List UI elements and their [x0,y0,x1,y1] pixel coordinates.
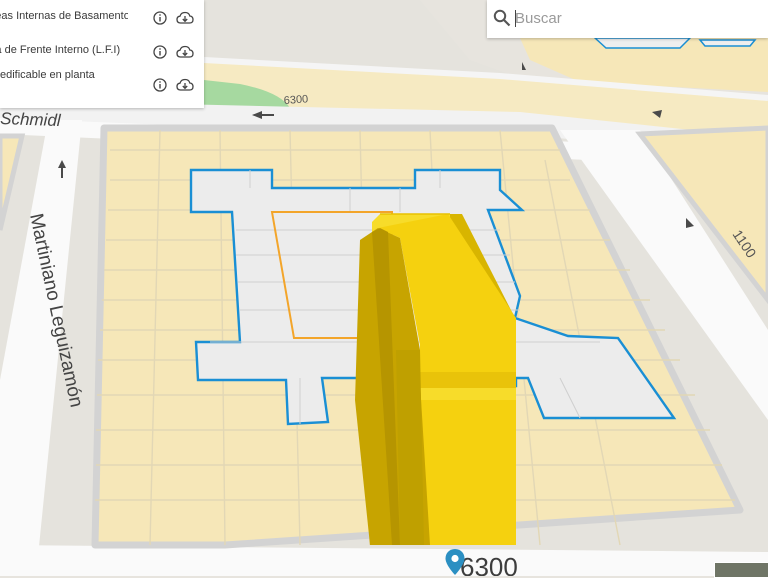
top-basement-outline-2 [698,39,757,47]
layers-panel: Líneas Internas de Basamento (L.I.B) Lín… [0,0,204,108]
cloud-download-icon[interactable] [176,78,194,92]
location-pin-icon[interactable] [444,548,466,576]
top-basement-outline [593,37,692,49]
layer-label-lfi: Línea de Frente Interno (L.F.I) [0,44,121,56]
layer-row-lib[interactable]: Líneas Internas de Basamento (L.I.B) [0,10,204,38]
layer-row-superficie[interactable]: Superficie edificable en planta [0,69,204,97]
info-icon[interactable] [153,45,167,59]
cloud-download-icon[interactable] [176,45,194,59]
street-number-bottom: 6300 [460,552,518,576]
search-icon[interactable] [493,9,511,27]
layer-label-lib: Líneas Internas de Basamento (L.I.B) [0,10,128,22]
layer-row-lfi[interactable]: Línea de Frente Interno (L.F.I) [0,44,204,72]
text-cursor [515,10,516,27]
street-label-schmidl: Schmidl [0,109,62,130]
info-icon[interactable] [153,11,167,25]
info-icon[interactable] [153,78,167,92]
layer-label-superficie: Superficie edificable en planta [0,69,95,81]
search-box [487,0,768,38]
search-input[interactable] [515,6,755,30]
cloud-download-icon[interactable] [176,11,194,25]
street-number-top: 6300 [283,93,308,107]
